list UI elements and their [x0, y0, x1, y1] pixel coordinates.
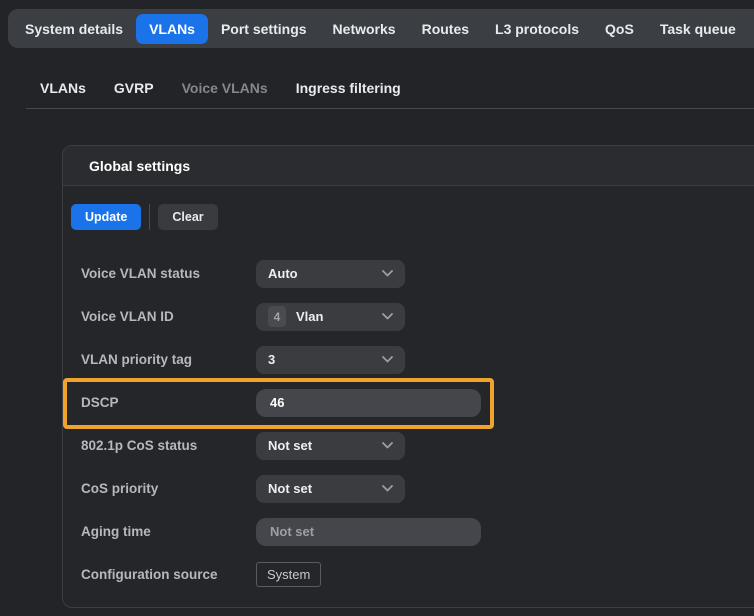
tab-l3-protocols[interactable]: L3 protocols [482, 14, 592, 44]
subnav-voice-vlans[interactable]: Voice VLANs [168, 80, 282, 96]
global-settings-panel: Global settings Update Clear Voice VLAN … [62, 145, 754, 608]
chevron-down-icon [382, 313, 393, 320]
row-dscp: DSCP 46 [71, 381, 754, 424]
row-vlan-priority-tag: VLAN priority tag 3 [71, 338, 754, 381]
panel-title: Global settings [89, 158, 190, 174]
vlans-sub-nav: VLANs GVRP Voice VLANs Ingress filtering [26, 70, 415, 106]
dscp-label: DSCP [81, 395, 256, 410]
cos-priority-label: CoS priority [81, 481, 256, 496]
panel-body: Update Clear Voice VLAN status Auto Voic… [63, 186, 754, 607]
settings-form: Voice VLAN status Auto Voice VLAN ID 4 V… [71, 252, 754, 596]
voice-vlan-id-label: Voice VLAN ID [81, 309, 256, 324]
subnav-ingress-filtering[interactable]: Ingress filtering [282, 80, 415, 96]
dscp-input[interactable]: 46 [256, 389, 481, 417]
aging-time-placeholder: Not set [270, 524, 314, 539]
cos-status-value: Not set [268, 438, 312, 453]
subnav-vlans[interactable]: VLANs [26, 80, 100, 96]
cos-priority-value: Not set [268, 481, 312, 496]
subnav-divider [26, 108, 754, 109]
vlan-priority-tag-select[interactable]: 3 [256, 346, 405, 374]
tab-system-details[interactable]: System details [12, 14, 136, 44]
vlan-priority-tag-value: 3 [268, 352, 275, 367]
aging-time-label: Aging time [81, 524, 256, 539]
row-voice-vlan-status: Voice VLAN status Auto [71, 252, 754, 295]
chevron-down-icon [382, 485, 393, 492]
vlan-priority-tag-label: VLAN priority tag [81, 352, 256, 367]
row-configuration-source: Configuration source System [71, 553, 754, 596]
cos-status-select[interactable]: Not set [256, 432, 405, 460]
voice-vlan-id-select[interactable]: 4 Vlan [256, 303, 405, 331]
row-aging-time: Aging time Not set [71, 510, 754, 553]
dscp-value: 46 [270, 395, 284, 410]
configuration-source-label: Configuration source [81, 567, 256, 582]
row-8021p-cos-status: 802.1p CoS status Not set [71, 424, 754, 467]
tab-qos[interactable]: QoS [592, 14, 647, 44]
tab-routes[interactable]: Routes [409, 14, 482, 44]
aging-time-input[interactable]: Not set [256, 518, 481, 546]
top-tab-bar: System details VLANs Port settings Netwo… [8, 9, 754, 48]
update-button[interactable]: Update [71, 204, 141, 230]
cos-status-label: 802.1p CoS status [81, 438, 256, 453]
tab-task-queue[interactable]: Task queue [647, 14, 749, 44]
voice-vlan-status-label: Voice VLAN status [81, 266, 256, 281]
configuration-source-badge: System [256, 562, 321, 587]
row-voice-vlan-id: Voice VLAN ID 4 Vlan [71, 295, 754, 338]
chevron-down-icon [382, 442, 393, 449]
tab-port-settings[interactable]: Port settings [208, 14, 320, 44]
chevron-down-icon [382, 356, 393, 363]
panel-header: Global settings [63, 146, 754, 186]
tab-vlans[interactable]: VLANs [136, 14, 208, 44]
action-buttons: Update Clear [71, 204, 754, 230]
voice-vlan-id-value: Vlan [296, 309, 323, 324]
button-separator [149, 204, 150, 230]
subnav-gvrp[interactable]: GVRP [100, 80, 168, 96]
voice-vlan-status-value: Auto [268, 266, 298, 281]
cos-priority-select[interactable]: Not set [256, 475, 405, 503]
row-cos-priority: CoS priority Not set [71, 467, 754, 510]
clear-button[interactable]: Clear [158, 204, 217, 230]
vlan-id-badge: 4 [268, 306, 286, 327]
voice-vlan-status-select[interactable]: Auto [256, 260, 405, 288]
chevron-down-icon [382, 270, 393, 277]
tab-networks[interactable]: Networks [320, 14, 409, 44]
